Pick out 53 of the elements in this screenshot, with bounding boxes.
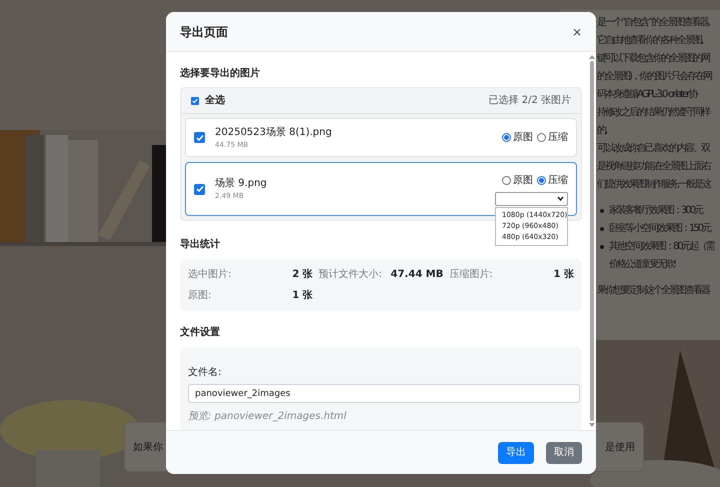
- article-text: 果你想要定制这个全景图查看器: [597, 284, 710, 298]
- list-item-text: 其他空间效果图：80元起（需: [609, 240, 714, 254]
- article-text: 键可以下载包含你的全景图的网: [597, 52, 710, 66]
- article-text: 是视角链接功能,在全景图上面右: [597, 160, 712, 174]
- radio-option[interactable]: 压缩: [537, 172, 568, 188]
- scroll-up-icon[interactable]: [589, 54, 595, 59]
- close-button[interactable]: ×: [572, 26, 582, 38]
- field-label: 文件名:: [188, 366, 222, 380]
- article-text: 的,: [597, 124, 608, 138]
- radio-option[interactable]: 原图: [502, 172, 533, 188]
- radio-option[interactable]: 原图: [502, 130, 533, 145]
- article-text: 的全景图)，你的图片只会存在网: [597, 70, 712, 84]
- stat-value: 47.44 MB: [390, 268, 444, 282]
- select-all-checkbox[interactable]: [191, 96, 199, 104]
- article-text: 可以改成你自己喜欢的内容。双: [597, 142, 710, 156]
- list-item-text: 价格公道童叟无欺!: [609, 258, 676, 272]
- list-item-text: 家装客餐厅效果图：300元: [609, 204, 702, 218]
- article-text: 们提供效果图制作服务,一般是这: [597, 178, 712, 192]
- dialog-title: 导出页面: [180, 24, 228, 40]
- selection-count: 已选择 2/2 张图片: [488, 94, 571, 108]
- file-name: 场景 9.png: [215, 176, 268, 192]
- scroll-down-icon[interactable]: [589, 423, 595, 428]
- notice-text: 如果你: [133, 440, 163, 454]
- stat-value: 1 张: [292, 288, 313, 303]
- stat-label: 选中图片:: [188, 268, 232, 282]
- file-name: 20250523场景 8(1).png: [215, 126, 333, 140]
- select-all-label[interactable]: 全选: [205, 93, 225, 108]
- list-item-text: 卧室等小空间效果图：150元: [609, 222, 710, 236]
- export-button[interactable]: 导出: [498, 442, 534, 464]
- radio-option[interactable]: 压缩: [537, 130, 568, 145]
- cancel-button[interactable]: 取消: [546, 442, 582, 464]
- section-heading: 导出统计: [180, 238, 220, 252]
- stat-label: 压缩图片:: [449, 268, 493, 282]
- stat-value: 1 张: [554, 268, 574, 282]
- stat-value: 2 张: [292, 268, 313, 282]
- notice-text: 是使用: [605, 440, 635, 454]
- chevron-down-icon: [557, 196, 564, 201]
- stat-label: 预计文件大小:: [318, 268, 382, 282]
- article-text: 持修改之后的结果仍然遵守同样: [597, 106, 710, 120]
- checkbox[interactable]: [194, 184, 205, 194]
- checkbox[interactable]: [194, 132, 205, 143]
- bullet-icon: [600, 227, 604, 231]
- section-heading: 选择要导出的图片: [180, 66, 260, 81]
- article-text: 它自由地查看你的各种全景图,: [597, 34, 704, 48]
- article-text: 是一个“自包含”的全景图查看器,: [597, 16, 710, 30]
- stat-label: 原图:: [188, 289, 212, 303]
- preview-text: 预览: panoviewer_2images.html: [188, 410, 348, 424]
- file-name-field[interactable]: panoviewer_2images: [188, 384, 580, 403]
- bullet-icon: [600, 245, 604, 249]
- quality-select[interactable]: [495, 192, 568, 206]
- article-text: 码本身遵循AGPL-3.0-or-later协: [597, 88, 698, 102]
- section-heading: 文件设置: [180, 326, 220, 340]
- bullet-icon: [600, 209, 604, 213]
